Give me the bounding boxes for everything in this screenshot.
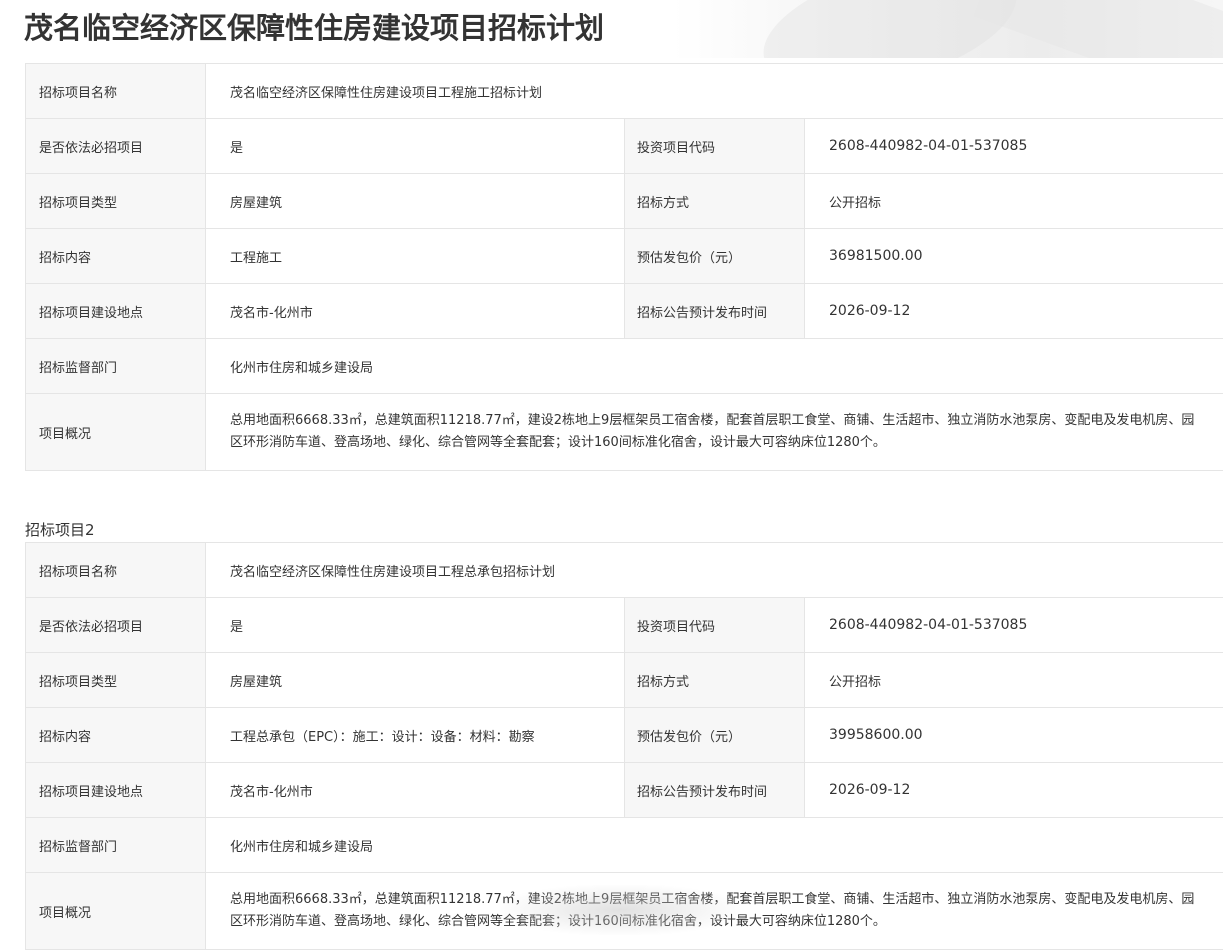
estimated-price-label: 预估发包价（元） xyxy=(625,708,805,763)
estimated-price-value: 36981500.00 xyxy=(805,229,1223,284)
overview-label: 项目概况 xyxy=(26,873,206,950)
location-value: 茂名市-化州市 xyxy=(206,284,625,339)
bid-method-label: 招标方式 xyxy=(625,174,805,229)
supervision-dept-label: 招标监督部门 xyxy=(26,818,206,873)
overview-label: 项目概况 xyxy=(26,394,206,471)
project-2-table: 招标项目名称 茂名临空经济区保障性住房建设项目工程总承包招标计划 是否依法必招项… xyxy=(25,542,1223,950)
publish-date-value: 2026-09-12 xyxy=(805,284,1223,339)
location-label: 招标项目建设地点 xyxy=(26,763,206,818)
estimated-price-value: 39958600.00 xyxy=(805,708,1223,763)
required-label: 是否依法必招项目 xyxy=(26,119,206,174)
required-label: 是否依法必招项目 xyxy=(26,598,206,653)
page-title: 茂名临空经济区保障性住房建设项目招标计划 xyxy=(24,5,604,47)
bid-content-value: 工程总承包（EPC）：施工：设计：设备：材料：勘察 xyxy=(206,708,625,763)
required-value: 是 xyxy=(206,598,625,653)
publish-date-label: 招标公告预计发布时间 xyxy=(625,284,805,339)
investment-code-value: 2608-440982-04-01-537085 xyxy=(805,119,1223,174)
table-row: 招标项目名称 茂名临空经济区保障性住房建设项目工程总承包招标计划 xyxy=(26,543,1223,598)
table-row: 招标监督部门 化州市住房和城乡建设局 xyxy=(26,818,1223,873)
bid-method-value: 公开招标 xyxy=(805,653,1223,708)
project-type-value: 房屋建筑 xyxy=(206,653,625,708)
supervision-dept-value: 化州市住房和城乡建设局 xyxy=(206,818,1223,873)
table-row: 招标内容 工程总承包（EPC）：施工：设计：设备：材料：勘察 预估发包价（元） … xyxy=(26,708,1223,763)
table-row: 招标监督部门 化州市住房和城乡建设局 xyxy=(26,339,1223,394)
estimated-price-label: 预估发包价（元） xyxy=(625,229,805,284)
bid-content-value: 工程施工 xyxy=(206,229,625,284)
table-row: 是否依法必招项目 是 投资项目代码 2608-440982-04-01-5370… xyxy=(26,598,1223,653)
required-value: 是 xyxy=(206,119,625,174)
bid-method-label: 招标方式 xyxy=(625,653,805,708)
overview-value: 总用地面积6668.33㎡，总建筑面积11218.77㎡，建设2栋地上9层框架员… xyxy=(206,873,1223,950)
page-header: 茂名临空经济区保障性住房建设项目招标计划 xyxy=(0,0,1223,58)
bid-content-label: 招标内容 xyxy=(26,708,206,763)
project-name-label: 招标项目名称 xyxy=(26,64,206,119)
table-row: 项目概况 总用地面积6668.33㎡，总建筑面积11218.77㎡，建设2栋地上… xyxy=(26,394,1223,471)
location-label: 招标项目建设地点 xyxy=(26,284,206,339)
bid-method-value: 公开招标 xyxy=(805,174,1223,229)
bid-content-label: 招标内容 xyxy=(26,229,206,284)
investment-code-label: 投资项目代码 xyxy=(625,598,805,653)
publish-date-value: 2026-09-12 xyxy=(805,763,1223,818)
project-1-table: 招标项目名称 茂名临空经济区保障性住房建设项目工程施工招标计划 是否依法必招项目… xyxy=(25,63,1223,471)
table-row: 招标项目名称 茂名临空经济区保障性住房建设项目工程施工招标计划 xyxy=(26,64,1223,119)
project-info-table: 招标项目名称 茂名临空经济区保障性住房建设项目工程施工招标计划 是否依法必招项目… xyxy=(25,63,1223,471)
overview-value: 总用地面积6668.33㎡，总建筑面积11218.77㎡，建设2栋地上9层框架员… xyxy=(206,394,1223,471)
section-label-project-2: 招标项目2 xyxy=(25,519,95,540)
header-decoration xyxy=(974,0,1223,58)
table-row: 招标项目类型 房屋建筑 招标方式 公开招标 xyxy=(26,653,1223,708)
table-row: 是否依法必招项目 是 投资项目代码 2608-440982-04-01-5370… xyxy=(26,119,1223,174)
table-row: 招标内容 工程施工 预估发包价（元） 36981500.00 xyxy=(26,229,1223,284)
location-value: 茂名市-化州市 xyxy=(206,763,625,818)
table-row: 招标项目类型 房屋建筑 招标方式 公开招标 xyxy=(26,174,1223,229)
publish-date-label: 招标公告预计发布时间 xyxy=(625,763,805,818)
investment-code-label: 投资项目代码 xyxy=(625,119,805,174)
project-type-label: 招标项目类型 xyxy=(26,653,206,708)
project-name-value: 茂名临空经济区保障性住房建设项目工程总承包招标计划 xyxy=(206,543,1223,598)
investment-code-value: 2608-440982-04-01-537085 xyxy=(805,598,1223,653)
supervision-dept-value: 化州市住房和城乡建设局 xyxy=(206,339,1223,394)
project-info-table: 招标项目名称 茂名临空经济区保障性住房建设项目工程总承包招标计划 是否依法必招项… xyxy=(25,542,1223,950)
table-row: 招标项目建设地点 茂名市-化州市 招标公告预计发布时间 2026-09-12 xyxy=(26,763,1223,818)
table-row: 项目概况 总用地面积6668.33㎡，总建筑面积11218.77㎡，建设2栋地上… xyxy=(26,873,1223,950)
project-name-label: 招标项目名称 xyxy=(26,543,206,598)
project-type-label: 招标项目类型 xyxy=(26,174,206,229)
table-row: 招标项目建设地点 茂名市-化州市 招标公告预计发布时间 2026-09-12 xyxy=(26,284,1223,339)
project-type-value: 房屋建筑 xyxy=(206,174,625,229)
project-name-value: 茂名临空经济区保障性住房建设项目工程施工招标计划 xyxy=(206,64,1223,119)
supervision-dept-label: 招标监督部门 xyxy=(26,339,206,394)
